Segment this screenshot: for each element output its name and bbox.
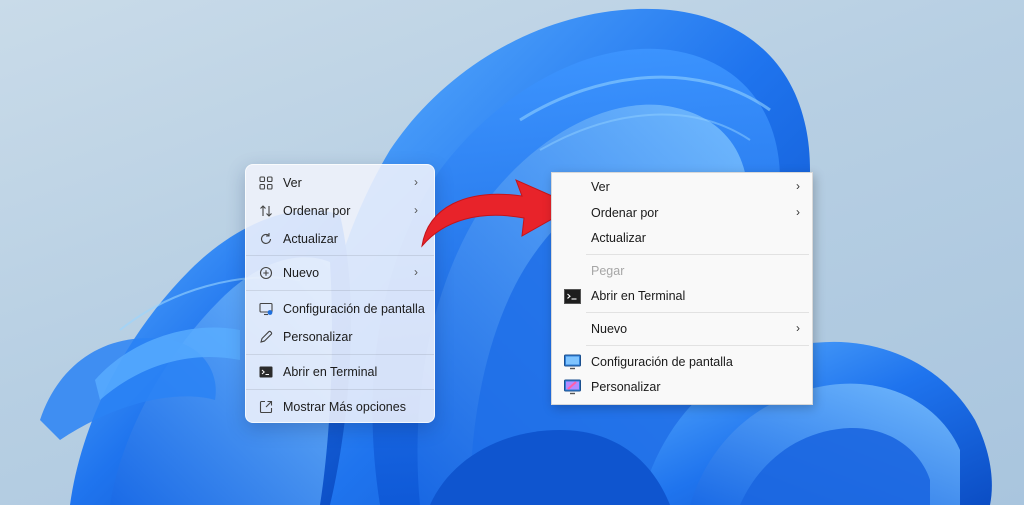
menu-item-label: Ver xyxy=(591,180,610,194)
menu-item-label: Nuevo xyxy=(591,322,628,336)
personalize-icon xyxy=(564,379,581,395)
menu-item-actualizar[interactable]: Actualizar xyxy=(250,225,430,253)
menu-item-label: Abrir en Terminal xyxy=(591,289,686,303)
menu-item-label: Personalizar xyxy=(283,330,353,344)
separator xyxy=(246,290,434,291)
separator xyxy=(586,345,809,346)
display-settings-icon xyxy=(259,302,273,316)
menu-item-nuevo[interactable]: Nuevo › xyxy=(250,259,430,287)
menu-item-label: Configuración de pantalla xyxy=(591,355,733,369)
menu-item-label: Personalizar xyxy=(591,380,661,394)
chevron-right-icon: › xyxy=(414,265,418,279)
refresh-icon xyxy=(259,232,273,246)
menu-item-label: Actualizar xyxy=(591,231,646,245)
chevron-right-icon: › xyxy=(796,205,800,219)
menu-item-label: Actualizar xyxy=(283,232,338,246)
menu-item-label: Ordenar por xyxy=(591,206,659,220)
menu-item-actualizar[interactable]: Actualizar xyxy=(554,226,810,250)
menu-item-configuracion-de-pantalla[interactable]: Configuración de pantalla xyxy=(250,295,430,323)
menu-item-pegar: Pegar xyxy=(554,259,810,283)
menu-item-ordenar-por[interactable]: Ordenar por › xyxy=(250,197,430,225)
sort-arrows-icon xyxy=(259,204,273,218)
menu-item-personalizar[interactable]: Personalizar xyxy=(250,323,430,351)
separator xyxy=(586,254,809,255)
classic-context-menu: Ver › Ordenar por › Actualizar Pegar Abr… xyxy=(551,172,813,405)
plus-circle-icon xyxy=(259,266,273,280)
menu-item-label: Ordenar por xyxy=(283,204,351,218)
chevron-right-icon: › xyxy=(796,321,800,335)
separator xyxy=(246,255,434,256)
menu-item-abrir-en-terminal[interactable]: Abrir en Terminal xyxy=(554,284,810,308)
menu-item-abrir-en-terminal[interactable]: Abrir en Terminal xyxy=(250,358,430,386)
menu-item-mostrar-mas-opciones[interactable]: Mostrar Más opciones xyxy=(250,393,430,421)
terminal-icon xyxy=(259,365,273,379)
monitor-icon xyxy=(564,354,581,370)
pencil-icon xyxy=(259,330,273,344)
menu-item-ordenar-por[interactable]: Ordenar por › xyxy=(554,201,810,225)
menu-item-ver[interactable]: Ver › xyxy=(554,175,810,199)
menu-item-label: Mostrar Más opciones xyxy=(283,400,406,414)
menu-item-label: Pegar xyxy=(591,264,625,278)
menu-item-label: Ver xyxy=(283,176,302,190)
menu-item-label: Configuración de pantalla xyxy=(283,302,425,316)
grid-icon xyxy=(259,176,273,190)
chevron-right-icon: › xyxy=(796,179,800,193)
menu-item-configuracion-de-pantalla[interactable]: Configuración de pantalla xyxy=(554,350,810,374)
separator xyxy=(246,389,434,390)
menu-item-ver[interactable]: Ver › xyxy=(250,169,430,197)
separator xyxy=(246,354,434,355)
menu-item-personalizar[interactable]: Personalizar xyxy=(554,375,810,399)
menu-item-label: Abrir en Terminal xyxy=(283,365,378,379)
external-link-icon xyxy=(259,400,273,414)
new-context-menu: Ver › Ordenar por › Actualizar Nuevo › C… xyxy=(245,164,435,423)
terminal-icon xyxy=(564,288,581,304)
menu-item-label: Nuevo xyxy=(283,266,320,280)
separator xyxy=(586,312,809,313)
menu-item-nuevo[interactable]: Nuevo › xyxy=(554,317,810,341)
